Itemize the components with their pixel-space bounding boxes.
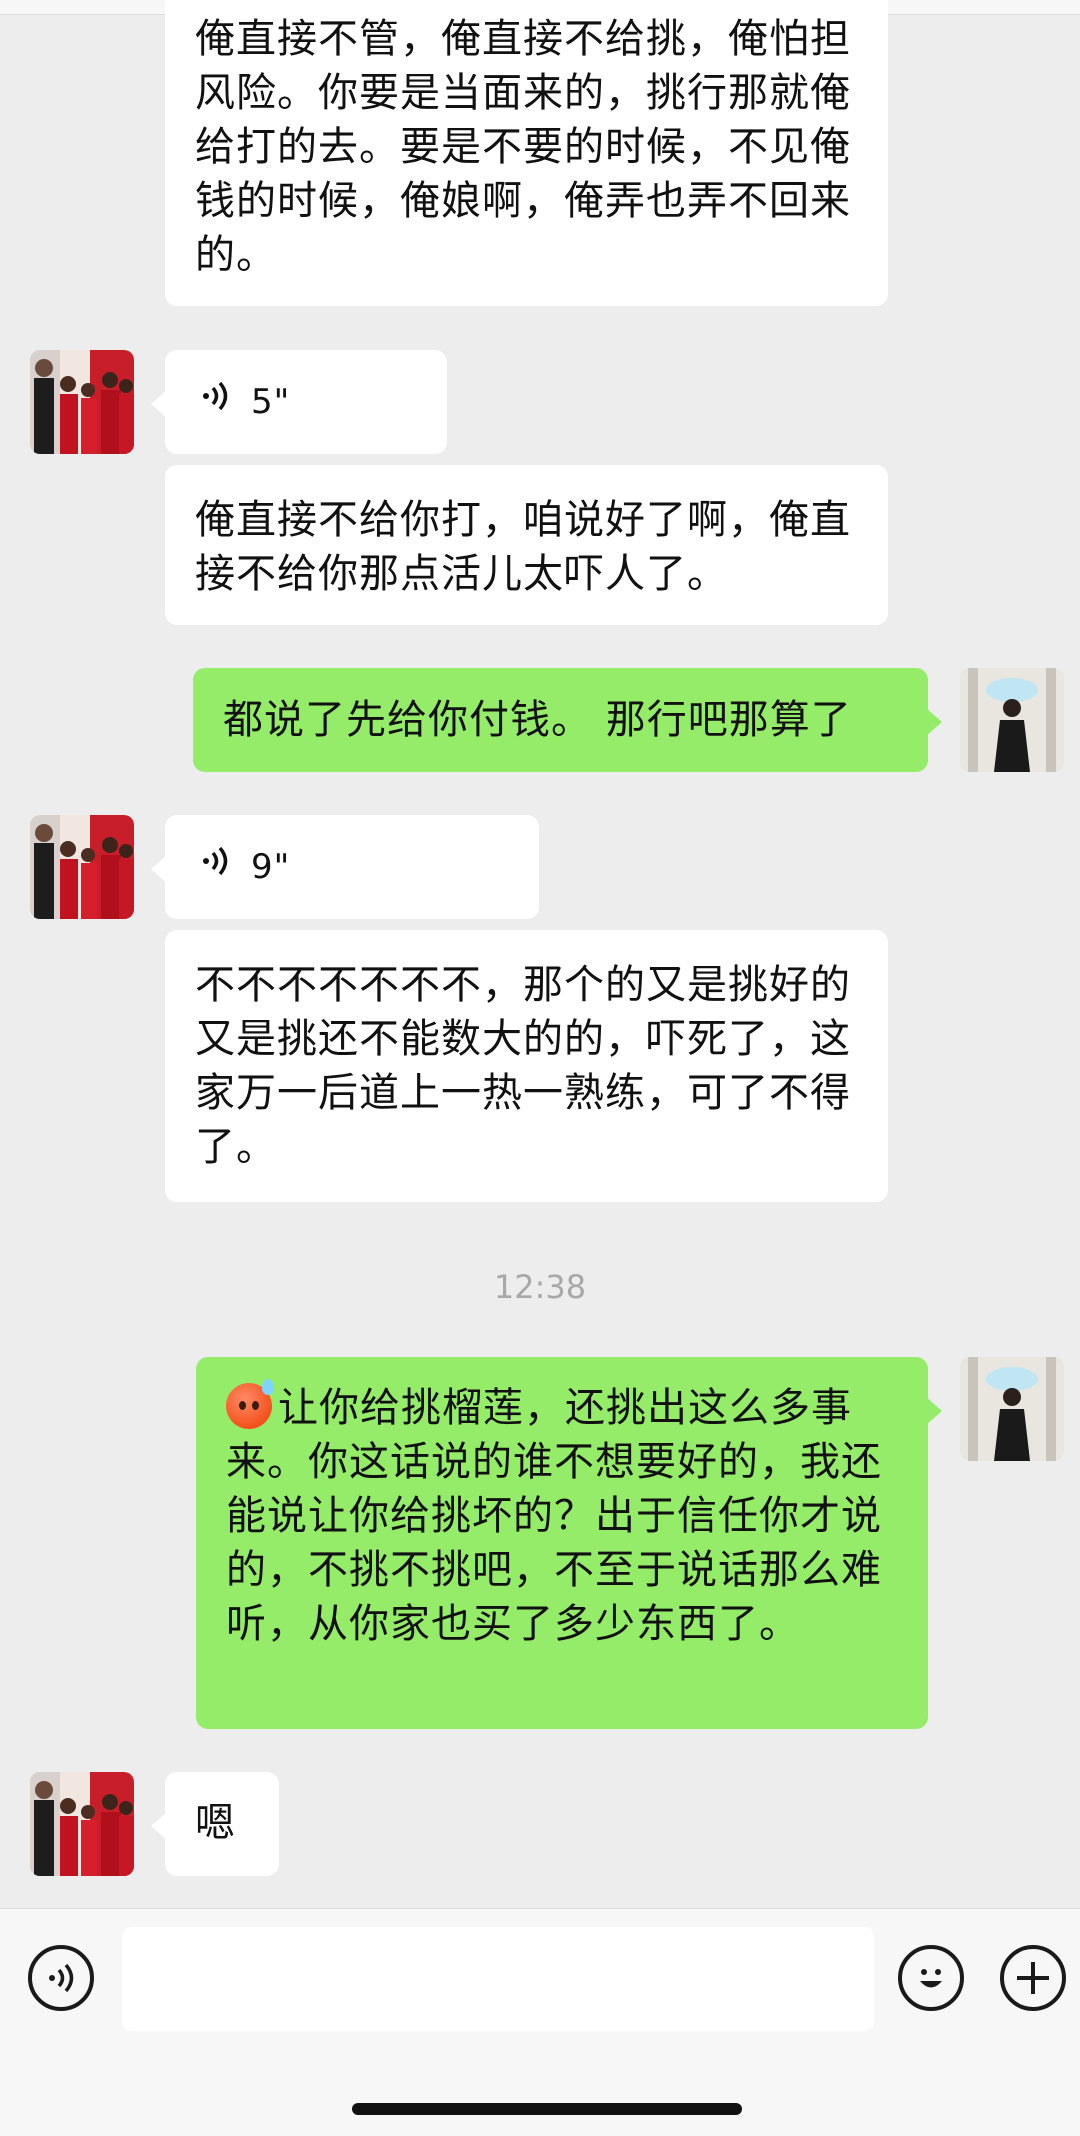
voice-duration: 5" [251,382,291,422]
timestamp-separator: 12:38 [493,1268,587,1306]
message-received-text[interactable]: 不不不不不不不，那个的又是挑好的又是挑还不能数大的的，吓死了，这家万一后道上一热… [165,930,888,1202]
message-text: 都说了先给你付钱。 那行吧那算了 [223,697,852,743]
contact-avatar[interactable] [30,815,134,919]
message-text: 让你给挑榴莲，还挑出这么多事来。你这话说的谁不想要好的，我还能说让你给挑坏的？出… [226,1385,882,1647]
message-text: 不不不不不不不，那个的又是挑好的又是挑还不能数大的的，吓死了，这家万一后道上一热… [195,962,851,1170]
voice-duration: 9" [251,847,291,887]
message-text: 嗯 [195,1800,236,1846]
message-input[interactable] [122,1927,874,2031]
emoji-button[interactable] [898,1945,964,2011]
sweat-face-emoji-icon [226,1379,274,1429]
plus-icon [1017,1962,1049,1994]
my-avatar[interactable] [960,1357,1064,1461]
contact-avatar[interactable] [30,350,134,454]
voice-message[interactable]: 5" [151,350,447,454]
home-indicator[interactable] [352,2103,742,2115]
message-received-text[interactable]: 嗯 [151,1772,279,1876]
input-bar [0,1908,1080,2136]
chat-area[interactable]: 俺直接不管，俺直接不给挑，俺怕担风险。你要是当面来的，挑行那就俺给打的去。要是不… [0,0,1080,1908]
voice-wave-icon [199,375,233,429]
voice-mode-button[interactable] [28,1945,94,2011]
contact-avatar[interactable] [30,1772,134,1876]
message-text: 俺直接不给你打，咱说好了啊，俺直接不给你那点活儿太吓人了。 [195,497,851,597]
message-text: 俺直接不管，俺直接不给挑，俺怕担风险。你要是当面来的，挑行那就俺给打的去。要是不… [195,16,851,278]
voice-message[interactable]: 9" [151,815,539,919]
plus-button[interactable] [1000,1945,1066,2011]
message-received-text[interactable]: 俺直接不给你打，咱说好了啊，俺直接不给你那点活儿太吓人了。 [165,465,888,625]
voice-wave-icon [199,840,233,894]
emoji-icon [920,1969,942,1988]
message-sent-text[interactable]: 都说了先给你付钱。 那行吧那算了 [193,668,942,772]
my-avatar[interactable] [960,668,1064,772]
message-sent-text[interactable]: 让你给挑榴莲，还挑出这么多事来。你这话说的谁不想要好的，我还能说让你给挑坏的？出… [196,1357,942,1729]
voice-mode-icon [49,1963,74,1993]
message-received-text[interactable]: 俺直接不管，俺直接不给挑，俺怕担风险。你要是当面来的，挑行那就俺给打的去。要是不… [165,0,888,306]
